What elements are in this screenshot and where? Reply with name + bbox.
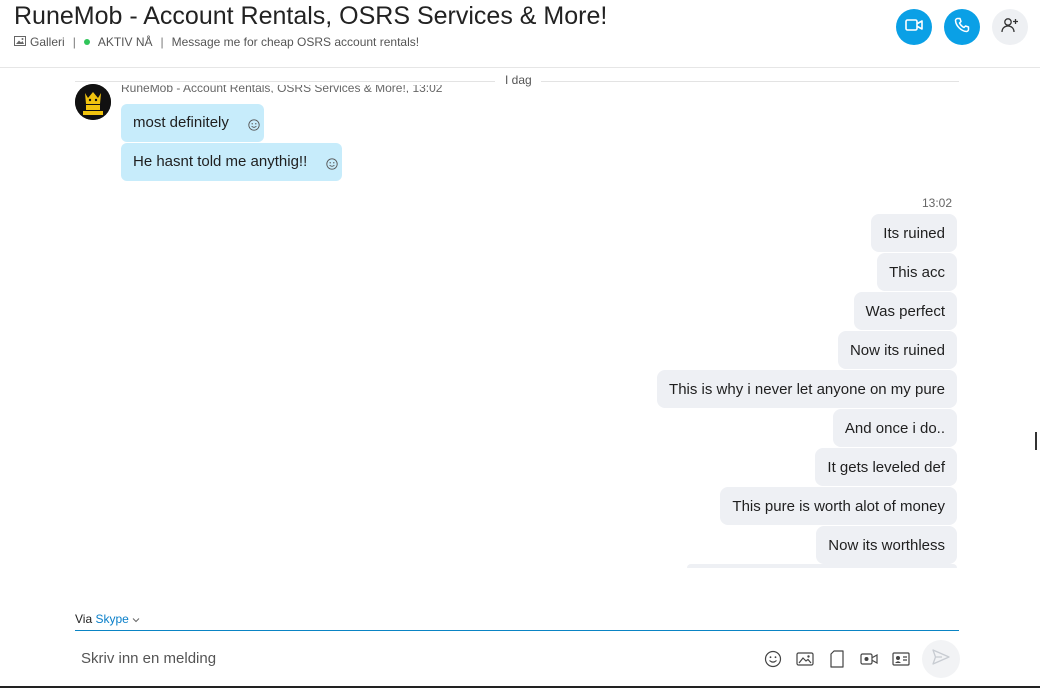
conversation-subline: Galleri | AKTIV NÅ | Message me for chea… [14,35,419,49]
conversation-header: RuneMob - Account Rentals, OSRS Services… [0,0,1040,68]
message-text: most definitely [133,114,229,131]
sender-name-time: RuneMob - Account Rentals, OSRS Services… [121,85,443,93]
message-input[interactable] [75,643,757,673]
message-text: Its ruined [883,225,945,242]
send-button[interactable] [922,640,960,678]
composer-divider [75,630,959,631]
outgoing-message[interactable]: Now its ruined [837,331,957,369]
divider [75,81,495,82]
message-text: This pure is worth alot of money [732,498,945,515]
partially-visible-message [687,564,957,568]
message-text: Now its worthless [828,537,945,554]
message-timestamp: 13:02 [921,196,952,210]
video-call-button[interactable] [896,9,932,45]
video-message-icon[interactable] [858,648,880,670]
mood-message: Message me for cheap OSRS account rental… [171,35,420,49]
emoji-reaction-icon[interactable] [326,147,338,185]
status-label: AKTIV NÅ [97,35,153,49]
via-selector[interactable]: Via Skype [75,612,140,626]
online-status-dot [83,39,90,45]
message-text: Now its ruined [849,342,945,359]
divider [541,81,959,82]
outgoing-message[interactable]: Now its worthless [816,526,957,564]
message-text: Was perfect [865,303,945,320]
contact-card-icon[interactable] [890,648,912,670]
message-text: He hasnt told me anythig!! [133,153,308,170]
audio-call-icon [954,17,970,38]
audio-call-button[interactable] [944,9,980,45]
separator: | [160,35,164,49]
conversation-title[interactable]: RuneMob - Account Rentals, OSRS Services… [14,2,607,31]
chevron-down-icon[interactable] [132,612,140,626]
outgoing-message[interactable]: This is why i never let anyone on my pur… [657,370,957,408]
outgoing-message[interactable]: This acc [877,253,957,291]
message-list[interactable]: I dag RuneMob - Account Rentals, OSRS Se… [0,68,1040,568]
outgoing-message[interactable]: Was perfect [853,292,957,330]
send-icon [932,648,950,670]
message-text: It gets leveled def [827,459,945,476]
scrollbar-thumb[interactable] [1035,432,1037,450]
gallery-link[interactable]: Galleri [30,35,65,49]
outgoing-message[interactable]: And once i do.. [832,409,957,447]
image-icon[interactable] [794,648,816,670]
separator: | [72,35,76,49]
emoji-reaction-icon[interactable] [248,108,260,146]
video-call-icon [905,18,923,36]
emoji-icon[interactable] [762,648,784,670]
message-text: This acc [889,264,945,281]
outgoing-message[interactable]: Its ruined [871,214,957,252]
message-text: And once i do.. [844,420,945,437]
gallery-icon[interactable] [14,35,26,49]
day-separator-label: I dag [505,73,532,87]
via-service-dropdown[interactable]: Skype [95,612,128,626]
incoming-message[interactable]: He hasnt told me anythig!! [121,143,342,181]
add-people-icon [1001,17,1019,38]
add-people-button[interactable] [992,9,1028,45]
contact-avatar[interactable] [75,84,111,120]
outgoing-message[interactable]: This pure is worth alot of money [720,487,957,525]
file-icon[interactable] [826,648,848,670]
outgoing-message[interactable]: It gets leveled def [815,448,957,486]
via-label: Via [75,612,93,626]
incoming-message[interactable]: most definitely [121,104,264,142]
message-text: This is why i never let anyone on my pur… [669,381,945,398]
